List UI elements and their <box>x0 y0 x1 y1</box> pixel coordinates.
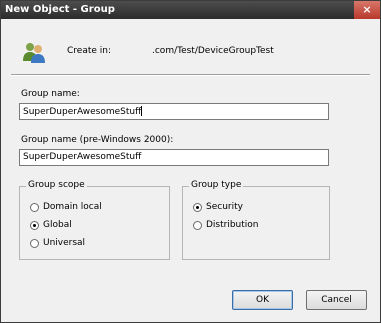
radio-button[interactable] <box>30 239 39 248</box>
scope-domain-local-label: Domain local <box>43 202 102 212</box>
pre2000-name-input[interactable]: SuperDuperAwesomeStuff <box>19 149 329 166</box>
group-name-label: Group name: <box>21 89 80 99</box>
create-in-label: Create in: <box>67 46 112 56</box>
radio-button[interactable] <box>193 203 202 212</box>
scope-global-label: Global <box>43 220 72 230</box>
title-bar: New Object - Group × <box>1 1 380 19</box>
ok-button[interactable]: OK <box>232 290 293 310</box>
new-group-dialog: New Object - Group × Create in: .com/Tes… <box>0 0 381 323</box>
radio-button[interactable] <box>193 221 202 230</box>
group-type-box: Group type Security Distribution <box>182 180 330 260</box>
cancel-button[interactable]: Cancel <box>306 290 367 310</box>
pre2000-name-label: Group name (pre-Windows 2000): <box>21 135 174 145</box>
radio-button[interactable] <box>30 221 39 230</box>
close-button[interactable]: × <box>354 1 380 19</box>
create-in-path: .com/Test/DeviceGroupTest <box>152 46 274 56</box>
group-users-icon <box>23 43 45 63</box>
pre2000-name-value: SuperDuperAwesomeStuff <box>23 152 142 162</box>
radio-button[interactable] <box>30 203 39 212</box>
type-distribution-label: Distribution <box>206 220 259 230</box>
group-name-input[interactable]: SuperDuperAwesomeStuff <box>19 103 329 120</box>
scope-universal-label: Universal <box>43 238 86 248</box>
text-caret <box>141 106 143 116</box>
group-name-value: SuperDuperAwesomeStuff <box>23 107 142 117</box>
group-scope-box: Group scope Domain local Global Universa… <box>19 180 170 260</box>
group-scope-title: Group scope <box>26 180 87 190</box>
group-type-title: Group type <box>189 180 244 190</box>
separator <box>11 74 370 76</box>
type-security-label: Security <box>206 202 243 212</box>
window-title: New Object - Group <box>5 4 115 15</box>
